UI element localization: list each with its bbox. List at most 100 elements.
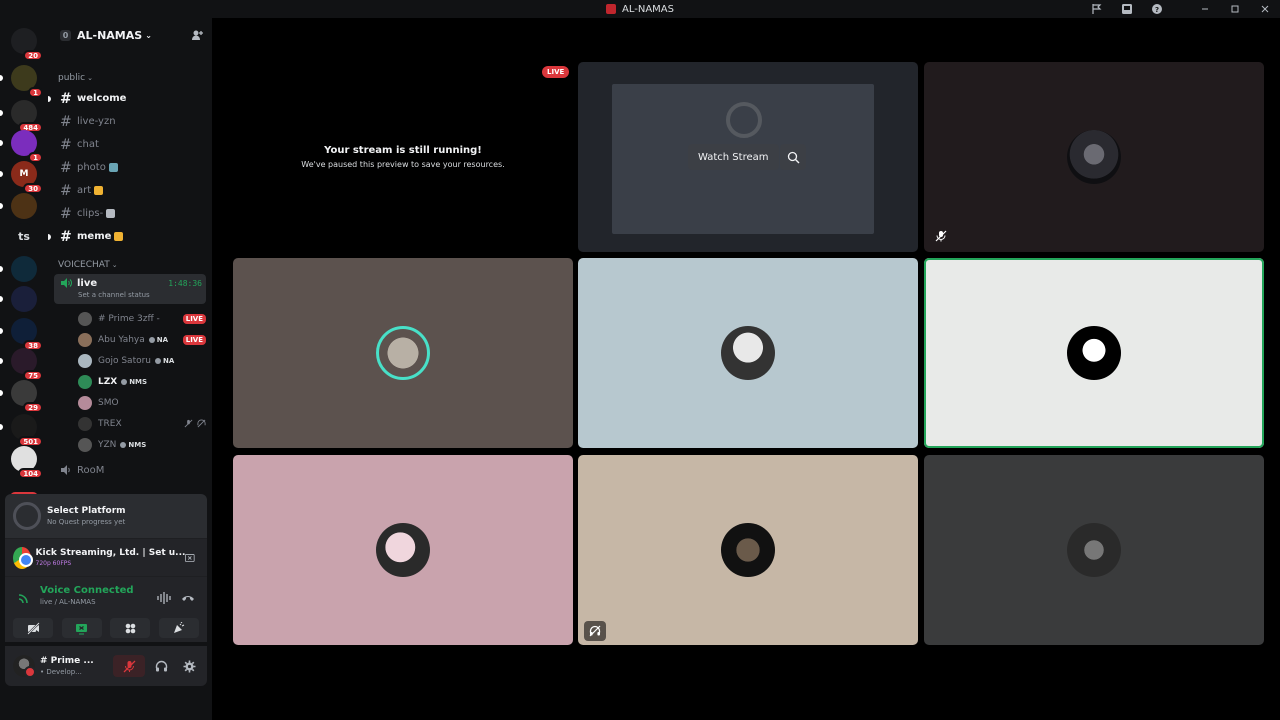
soundboard-button[interactable]	[158, 618, 199, 638]
participant-tile[interactable]	[578, 455, 918, 645]
server-header[interactable]: 0 AL-NAMAS ⌄	[48, 18, 212, 52]
category-public[interactable]: public ⌄	[48, 69, 212, 87]
participant-tile[interactable]	[924, 62, 1264, 252]
voice-connected-title[interactable]: Voice Connected	[40, 585, 199, 596]
share-screen-button[interactable]	[61, 618, 102, 638]
avatar[interactable]	[13, 655, 36, 678]
category-voicechat[interactable]: VOICECHAT ⌄	[48, 256, 212, 274]
chevron-down-icon: ⌄	[145, 30, 152, 40]
channel-list: # welcome # live-yzn # chat # photo # art # clips- #…	[48, 87, 212, 248]
server-icon[interactable]: ts	[11, 223, 37, 249]
camera-off-button[interactable]	[13, 618, 54, 638]
channel-art[interactable]: # art	[48, 179, 212, 202]
minimize-icon[interactable]	[1190, 0, 1220, 18]
emoji-icon	[114, 232, 124, 241]
watch-preview-button[interactable]	[780, 144, 806, 170]
voice-user[interactable]: Abu Yahya NA LIVE	[48, 329, 212, 350]
server-icon[interactable]	[11, 256, 37, 282]
mic-off-icon	[123, 660, 135, 672]
maximize-icon[interactable]	[1220, 0, 1250, 18]
server-icon[interactable]	[11, 193, 37, 219]
channel-welcome[interactable]: # welcome	[48, 87, 212, 110]
server-icon[interactable]: 29	[11, 380, 43, 413]
channel-meme[interactable]: # meme	[48, 225, 212, 248]
voice-channel-room[interactable]: RooM	[48, 459, 212, 481]
server-icon[interactable]: 75	[11, 348, 43, 381]
speaker-icon	[61, 278, 72, 288]
channel-liveyzn[interactable]: # live-yzn	[48, 110, 212, 133]
voice-user[interactable]: LZX NMS	[48, 371, 212, 392]
unread-pill	[0, 358, 3, 364]
clan-tag: NA	[155, 357, 174, 365]
server-icon[interactable]: 484	[11, 100, 43, 133]
voice-user[interactable]: TREX	[48, 413, 212, 434]
participant-tile[interactable]	[233, 258, 573, 448]
voice-channel-name: live	[77, 277, 98, 289]
participant-tile-speaking[interactable]	[924, 258, 1264, 448]
server-icon[interactable]: 20	[11, 28, 43, 61]
activities-button[interactable]	[110, 618, 151, 638]
channel-chat[interactable]: # chat	[48, 133, 212, 156]
channel-status[interactable]: Set a channel status	[78, 291, 202, 299]
server-icon[interactable]	[11, 286, 37, 312]
activities-icon	[125, 623, 136, 633]
screen-share-icon	[76, 623, 88, 634]
mute-button[interactable]	[113, 655, 145, 677]
unread-pill	[0, 203, 3, 209]
avatar	[721, 326, 775, 380]
stream-preview-tile[interactable]: Watch Stream	[578, 62, 918, 252]
unread-pill	[0, 75, 3, 81]
voice-user[interactable]: # Prime 3zff - LIVE	[48, 308, 212, 329]
unread-indicator	[48, 233, 51, 240]
channel-photo[interactable]: # photo	[48, 156, 212, 179]
server-icon[interactable]: 501	[11, 414, 43, 447]
window-title: AL-NAMAS	[606, 4, 674, 15]
channel-clips[interactable]: # clips-	[48, 202, 212, 225]
settings-button[interactable]	[177, 655, 201, 677]
server-icon[interactable]: 1	[11, 65, 43, 98]
watch-stream-button[interactable]: Watch Stream	[688, 144, 779, 170]
headphones-off-icon	[197, 419, 206, 428]
signal-icon[interactable]	[17, 591, 31, 605]
stop-stream-icon[interactable]	[185, 553, 195, 563]
live-badge: LIVE	[182, 313, 206, 324]
voice-user-name: TREX	[98, 418, 122, 429]
voice-actions	[5, 614, 207, 642]
mic-off-icon	[930, 226, 952, 246]
deafened-icon	[584, 621, 606, 641]
channel-name: clips-	[77, 208, 104, 219]
user-name[interactable]: # Prime ...	[40, 656, 94, 666]
avatar	[1067, 326, 1121, 380]
quest-panel[interactable]: Select Platform No Quest progress yet	[5, 494, 207, 538]
voice-user-name: Abu Yahya	[98, 334, 145, 345]
participant-tile[interactable]	[578, 258, 918, 448]
noise-suppression-icon[interactable]	[157, 592, 171, 604]
server-icon[interactable]: 104	[11, 446, 43, 479]
unread-pill	[0, 296, 3, 302]
voice-user-name: SMO	[98, 397, 119, 408]
voice-channel-live[interactable]: live 1:48:36 Set a channel status	[54, 274, 206, 304]
voice-user[interactable]: YZN NMS	[48, 434, 212, 455]
help-icon[interactable]: ?	[1142, 0, 1172, 18]
avatar	[376, 326, 430, 380]
mention-badge: 20	[23, 50, 43, 61]
voice-user[interactable]: SMO	[48, 392, 212, 413]
voice-user[interactable]: Gojo Satoru NA	[48, 350, 212, 371]
server-tag: 0	[60, 29, 71, 41]
activity-panel[interactable]: Kick Streaming, Ltd. | Set u... 720p 60F…	[5, 538, 207, 576]
server-icon[interactable]: M 30	[11, 161, 43, 194]
voice-connected-location[interactable]: live / AL-NAMAS	[40, 598, 199, 606]
server-icon[interactable]: 38	[11, 318, 43, 351]
unread-pill	[0, 140, 3, 146]
disconnect-icon[interactable]	[181, 593, 195, 603]
participant-tile[interactable]	[233, 455, 573, 645]
inbox-icon[interactable]	[1112, 0, 1142, 18]
server-icon[interactable]: 1	[11, 130, 43, 163]
avatar	[376, 523, 430, 577]
flag-icon[interactable]	[1082, 0, 1112, 18]
deafen-button[interactable]	[149, 655, 173, 677]
close-icon[interactable]	[1250, 0, 1280, 18]
participant-tile[interactable]	[924, 455, 1264, 645]
add-member-icon[interactable]	[190, 28, 204, 42]
